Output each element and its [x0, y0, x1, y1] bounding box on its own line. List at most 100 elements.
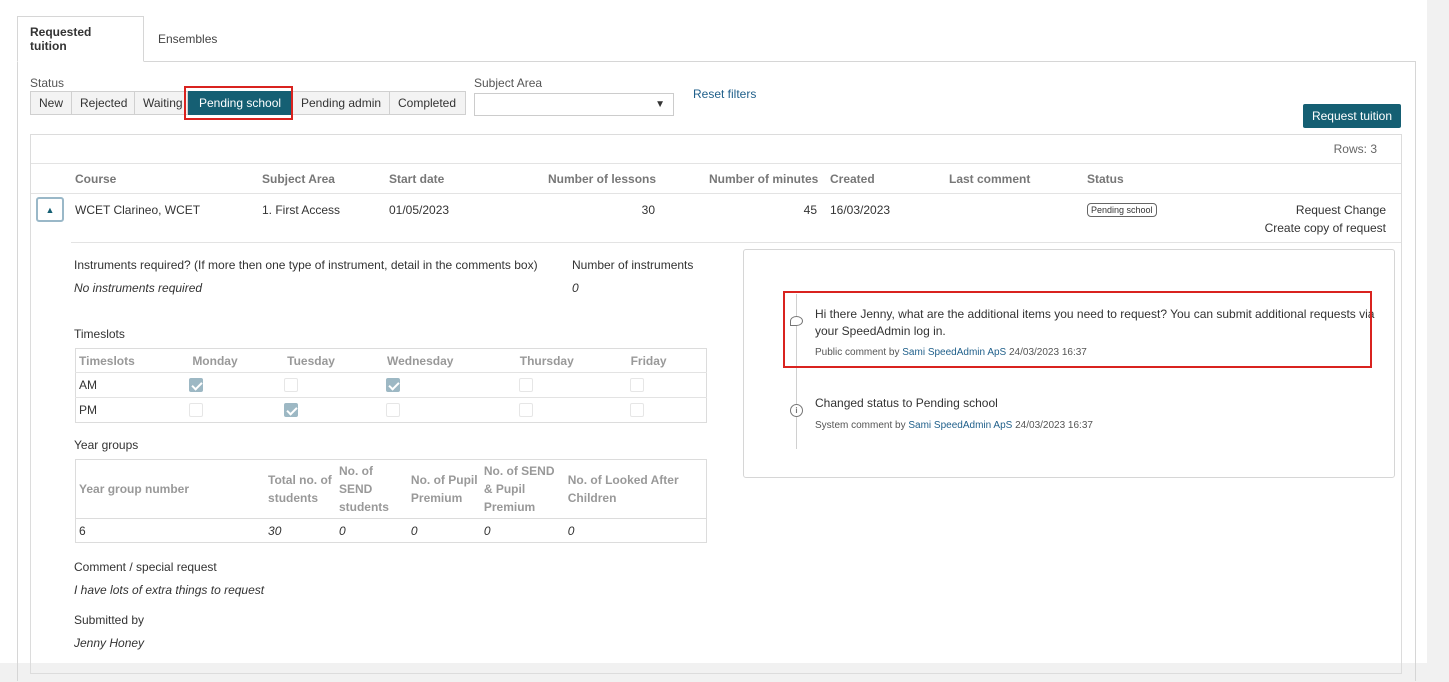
- col-course[interactable]: Course: [75, 172, 116, 186]
- subject-area-label: Subject Area: [474, 76, 543, 90]
- timeslot-cell: [383, 372, 517, 398]
- timeslot-cell: [189, 397, 285, 423]
- timeslot-cell: [189, 372, 285, 398]
- comment-meta-prefix: System comment by: [815, 420, 906, 431]
- comment-author-link[interactable]: Sami SpeedAdmin ApS: [902, 347, 1006, 358]
- status-completed-button[interactable]: Completed: [390, 91, 466, 115]
- chevron-down-icon: ▼: [655, 99, 665, 110]
- col-status[interactable]: Status: [1087, 172, 1124, 186]
- timeslot-checkbox[interactable]: [189, 403, 204, 418]
- timeslot-checkbox[interactable]: [629, 378, 644, 393]
- col-number-of-minutes[interactable]: Number of minutes: [709, 172, 818, 186]
- table-row: 6 30 0 0 0 0: [75, 518, 707, 543]
- yg-header-total: Total no. of students: [268, 473, 332, 505]
- year-groups-table: Year group number Total no. of students …: [75, 459, 707, 543]
- reset-filters-link[interactable]: Reset filters: [693, 87, 756, 101]
- comment-value: I have lots of extra things to request: [74, 583, 265, 597]
- divider: [31, 163, 1401, 164]
- info-icon: i: [790, 404, 803, 417]
- yg-cell: 30: [265, 518, 336, 543]
- status-badge: Pending school: [1087, 203, 1157, 217]
- collapse-row-button[interactable]: ▲: [36, 197, 64, 222]
- status-filter-group: New Rejected Waiting Pending school Pend…: [30, 91, 466, 116]
- timeslots-header: Timeslots: [79, 353, 135, 368]
- timeslot-cell: [284, 397, 384, 423]
- timeslot-cell: [627, 397, 707, 423]
- timeslot-cell: [516, 397, 628, 423]
- speech-bubble-icon: [790, 316, 803, 326]
- timeslot-checkbox[interactable]: [518, 403, 533, 418]
- submitted-by-value: Jenny Honey: [74, 636, 145, 650]
- timeslot-cell: [627, 372, 707, 398]
- yg-cell: 0: [480, 518, 565, 543]
- cell-lessons: 30: [641, 203, 655, 217]
- timeslot-checkbox[interactable]: [385, 378, 400, 393]
- timeslot-checkbox[interactable]: [385, 403, 400, 418]
- comment-text: Changed status to Pending school: [815, 396, 998, 410]
- thursday-header: Thursday: [519, 353, 574, 368]
- yg-header-looked-after: No. of Looked After Children: [567, 473, 679, 505]
- cell-course: WCET Clarineo, WCET: [75, 203, 201, 217]
- comments-panel: Hi there Jenny, what are the additional …: [743, 249, 1395, 478]
- comment-author-link[interactable]: Sami SpeedAdmin ApS: [908, 420, 1012, 431]
- timeslot-checkbox[interactable]: [629, 403, 644, 418]
- comment-meta: System comment by Sami SpeedAdmin ApS 24…: [815, 420, 1093, 431]
- cell-start-date: 01/05/2023: [389, 203, 450, 217]
- timeslot-checkbox[interactable]: [284, 378, 299, 393]
- yg-cell: 0: [407, 518, 481, 543]
- table-row: PM: [75, 397, 707, 423]
- yg-header-number: Year group number: [79, 482, 190, 496]
- num-instruments-value: 0: [572, 281, 579, 295]
- status-waiting-button[interactable]: Waiting: [135, 91, 188, 115]
- table-row: AM: [75, 372, 707, 398]
- tab-label: Ensembles: [158, 32, 218, 46]
- num-instruments-label: Number of instruments: [572, 258, 694, 272]
- create-copy-link[interactable]: Create copy of request: [1265, 221, 1386, 235]
- col-subject-area[interactable]: Subject Area: [262, 172, 335, 186]
- status-rejected-button[interactable]: Rejected: [72, 91, 135, 115]
- monday-header: Monday: [192, 353, 238, 368]
- comment-meta-prefix: Public comment by: [815, 347, 900, 358]
- tab-requested-tuition[interactable]: Requested tuition: [17, 16, 144, 62]
- yg-header-pupil-premium: No. of Pupil Premium: [410, 473, 478, 505]
- comment-text: Hi there Jenny, what are the additional …: [815, 307, 1375, 338]
- status-pending-admin-button[interactable]: Pending admin: [293, 91, 390, 115]
- timeslot-checkbox[interactable]: [189, 378, 204, 393]
- status-new-button[interactable]: New: [30, 91, 72, 115]
- col-last-comment[interactable]: Last comment: [949, 172, 1030, 186]
- timeslot-name: PM: [75, 397, 190, 423]
- rows-count: Rows: 3: [1333, 142, 1377, 156]
- timeslot-cell: [284, 372, 384, 398]
- comment-label: Comment / special request: [74, 560, 217, 574]
- yg-cell: 6: [75, 518, 266, 543]
- col-created[interactable]: Created: [830, 172, 875, 186]
- timeslots-table: Timeslots Monday Tuesday Wednesday Thurs…: [75, 348, 707, 423]
- instruments-label: Instruments required? (If more then one …: [74, 258, 538, 272]
- comment-meta: Public comment by Sami SpeedAdmin ApS 24…: [815, 347, 1087, 358]
- col-start-date[interactable]: Start date: [389, 172, 444, 186]
- request-change-link[interactable]: Request Change: [1296, 203, 1386, 217]
- scrollbar[interactable]: [1427, 0, 1449, 663]
- tab-ensembles[interactable]: Ensembles: [146, 16, 229, 62]
- col-number-of-lessons[interactable]: Number of lessons: [548, 172, 656, 186]
- cell-created: 16/03/2023: [830, 203, 891, 217]
- status-filter-label: Status: [30, 76, 65, 90]
- page: Requested tuition Ensembles Status New R…: [0, 0, 1427, 681]
- submitted-by-label: Submitted by: [74, 613, 145, 627]
- timeslot-checkbox[interactable]: [518, 378, 533, 393]
- year-groups-label: Year groups: [74, 438, 139, 452]
- subject-area-select[interactable]: ▼: [474, 93, 674, 116]
- timeslot-name: AM: [75, 372, 190, 398]
- comment-date: 24/03/2023 16:37: [1009, 347, 1087, 358]
- timeslot-cell: [383, 397, 517, 423]
- divider: [31, 193, 1401, 194]
- timeslot-checkbox[interactable]: [284, 403, 299, 418]
- comment-date: 24/03/2023 16:37: [1015, 420, 1093, 431]
- status-pending-school-button[interactable]: Pending school: [188, 91, 293, 115]
- tab-label: Requested tuition: [30, 25, 92, 53]
- friday-header: Friday: [630, 353, 667, 368]
- cell-subject-area: 1. First Access: [262, 203, 341, 217]
- yg-header-send-pupil-premium: No. of SEND & Pupil Premium: [483, 464, 555, 514]
- request-tuition-button[interactable]: Request tuition: [1303, 104, 1401, 128]
- timeslots-label: Timeslots: [74, 327, 125, 341]
